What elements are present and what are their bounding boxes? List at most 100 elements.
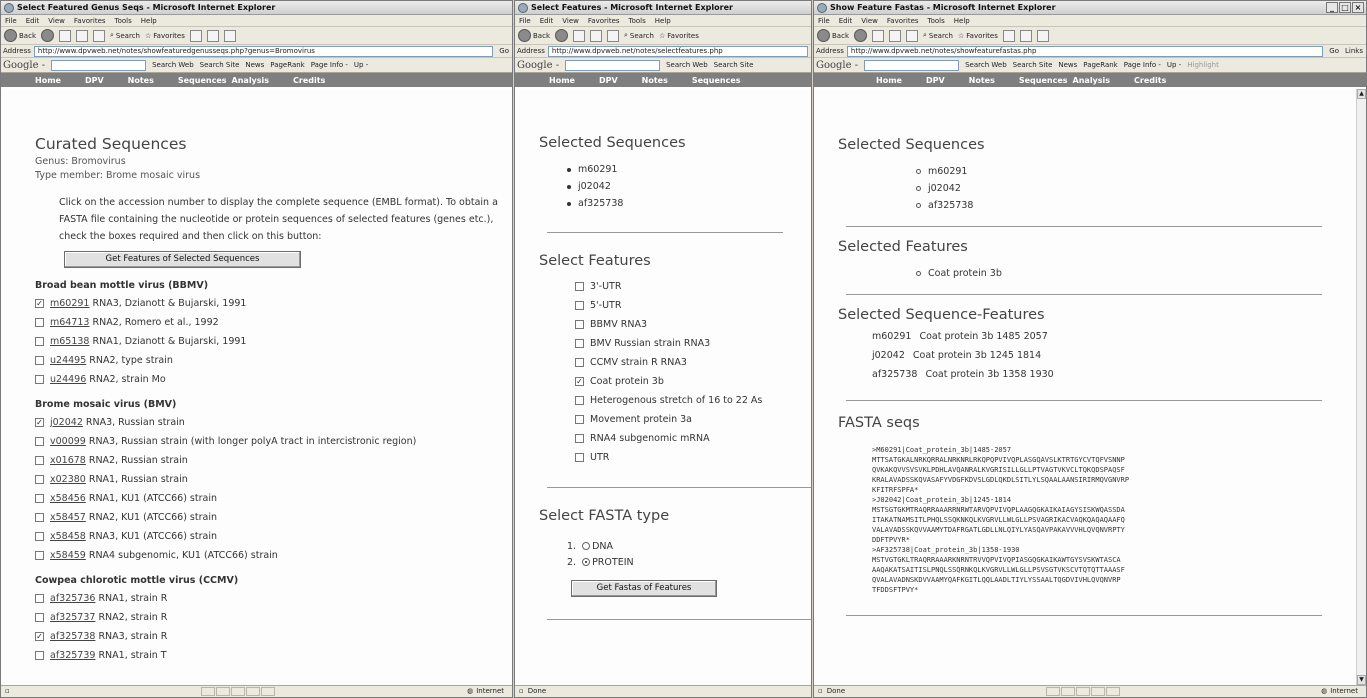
sequence-checkbox[interactable] [35,456,44,465]
feature-checkbox[interactable]: ✓ [575,377,584,386]
nav-home[interactable]: Home [549,76,575,85]
google-search-input[interactable] [565,59,661,71]
window-titlebar[interactable]: Select Features - Microsoft Internet Exp… [515,1,811,15]
minimize-button[interactable]: _ [1326,2,1338,13]
print-button[interactable] [223,29,236,42]
menu-file[interactable]: File [818,15,830,26]
links-button[interactable]: Links [1342,47,1366,55]
refresh-button[interactable] [889,29,901,42]
google-search-input[interactable] [864,59,960,71]
search-button[interactable]: ⌕ Search [923,31,953,40]
accession-link[interactable]: af325739 [50,650,95,661]
sequence-checkbox[interactable] [35,532,44,541]
accession-link[interactable]: x58458 [50,531,86,542]
search-site-button[interactable]: Search Site [1013,61,1053,69]
accession-link[interactable]: m65138 [50,336,89,347]
search-web-button[interactable]: Search Web [666,61,708,69]
back-button[interactable]: Back [4,29,36,42]
history-button[interactable] [189,29,202,42]
stop-button[interactable] [872,29,884,42]
search-web-button[interactable]: Search Web [965,61,1007,69]
sequence-checkbox[interactable] [35,375,44,384]
nav-dpv[interactable]: DPV [85,76,104,85]
address-input[interactable]: http://www.dpvweb.net/notes/selectfeatur… [547,45,808,57]
search-site-button[interactable]: Search Site [714,61,754,69]
accession-link[interactable]: u24496 [50,374,86,385]
mail-button[interactable] [1019,29,1032,42]
menu-tools[interactable]: Tools [629,15,646,26]
feature-checkbox[interactable] [575,396,584,405]
menu-tools[interactable]: Tools [115,15,132,26]
menu-file[interactable]: File [5,15,17,26]
forward-button[interactable] [555,29,568,42]
refresh-button[interactable] [590,29,602,42]
home-button[interactable] [607,29,619,42]
menu-help[interactable]: Help [655,15,671,26]
sequence-checkbox[interactable]: ✓ [35,632,44,641]
stop-button[interactable] [573,29,585,42]
up-button[interactable]: Up - [354,61,368,69]
favorites-button[interactable]: ☆ Favorites [958,32,998,40]
address-input[interactable]: http://www.dpvweb.net/notes/showfeatured… [33,45,494,57]
get-features-button[interactable]: Get Features of Selected Sequences [64,251,301,268]
go-button[interactable]: Go [496,47,512,55]
go-button[interactable]: Go [1326,47,1342,55]
menu-tools[interactable]: Tools [928,15,945,26]
nav-home[interactable]: Home [876,76,902,85]
menu-view[interactable]: View [861,15,878,26]
accession-link[interactable]: x58456 [50,493,86,504]
search-button[interactable]: ⌕ Search [110,31,140,40]
sequence-checkbox[interactable] [35,356,44,365]
nav-dpv[interactable]: DPV [926,76,945,85]
search-button[interactable]: ⌕ Search [624,31,654,40]
window-titlebar[interactable]: Show Feature Fastas - Microsoft Internet… [814,1,1366,15]
google-search-input[interactable] [51,59,147,71]
nav-notes[interactable]: Notes [642,76,668,85]
home-button[interactable] [93,29,105,42]
menu-view[interactable]: View [48,15,65,26]
menu-file[interactable]: File [519,15,531,26]
accession-link[interactable]: x01678 [50,455,86,466]
mail-button[interactable] [206,29,219,42]
accession-link[interactable]: af325737 [50,612,95,623]
favorites-button[interactable]: ☆ Favorites [145,32,185,40]
menu-help[interactable]: Help [141,15,157,26]
google-logo[interactable]: Google - [3,60,45,71]
address-input[interactable]: http://www.dpvweb.net/notes/showfeaturef… [846,45,1324,57]
feature-checkbox[interactable] [575,320,584,329]
accession-link[interactable]: x02380 [50,474,86,485]
search-web-button[interactable]: Search Web [152,61,194,69]
page-info-button[interactable]: Page Info - [311,61,348,69]
maximize-button[interactable]: □ [1339,2,1351,13]
sequence-checkbox[interactable] [35,613,44,622]
print-button[interactable] [1036,29,1049,42]
menu-favorites[interactable]: Favorites [588,15,620,26]
history-button[interactable] [1002,29,1015,42]
nav-sequences[interactable]: Sequences [692,76,741,85]
nav-home[interactable]: Home [35,76,61,85]
sequence-checkbox[interactable] [35,513,44,522]
up-button[interactable]: Up - [1167,61,1181,69]
sequence-checkbox[interactable]: ✓ [35,299,44,308]
accession-link[interactable]: af325738 [50,631,95,642]
vertical-scrollbar[interactable]: ▲ ▼ [1356,89,1366,685]
feature-checkbox[interactable] [575,358,584,367]
sequence-checkbox[interactable] [35,337,44,346]
nav-notes[interactable]: Notes [128,76,154,85]
highlight-button[interactable]: Highlight [1187,61,1219,69]
scroll-up-icon[interactable]: ▲ [1357,89,1366,99]
stop-button[interactable] [59,29,71,42]
google-logo[interactable]: Google - [816,60,858,71]
sequence-checkbox[interactable]: ✓ [35,418,44,427]
page-info-button[interactable]: Page Info - [1124,61,1161,69]
feature-checkbox[interactable] [575,339,584,348]
accession-link[interactable]: j02042 [50,417,83,428]
feature-checkbox[interactable] [575,434,584,443]
menu-edit[interactable]: Edit [540,15,554,26]
search-site-button[interactable]: Search Site [200,61,240,69]
sequence-checkbox[interactable] [35,318,44,327]
nav-dpv[interactable]: DPV [599,76,618,85]
nav-analysis[interactable]: Analysis [1073,76,1111,85]
accession-link[interactable]: m64713 [50,317,89,328]
feature-checkbox[interactable] [575,415,584,424]
